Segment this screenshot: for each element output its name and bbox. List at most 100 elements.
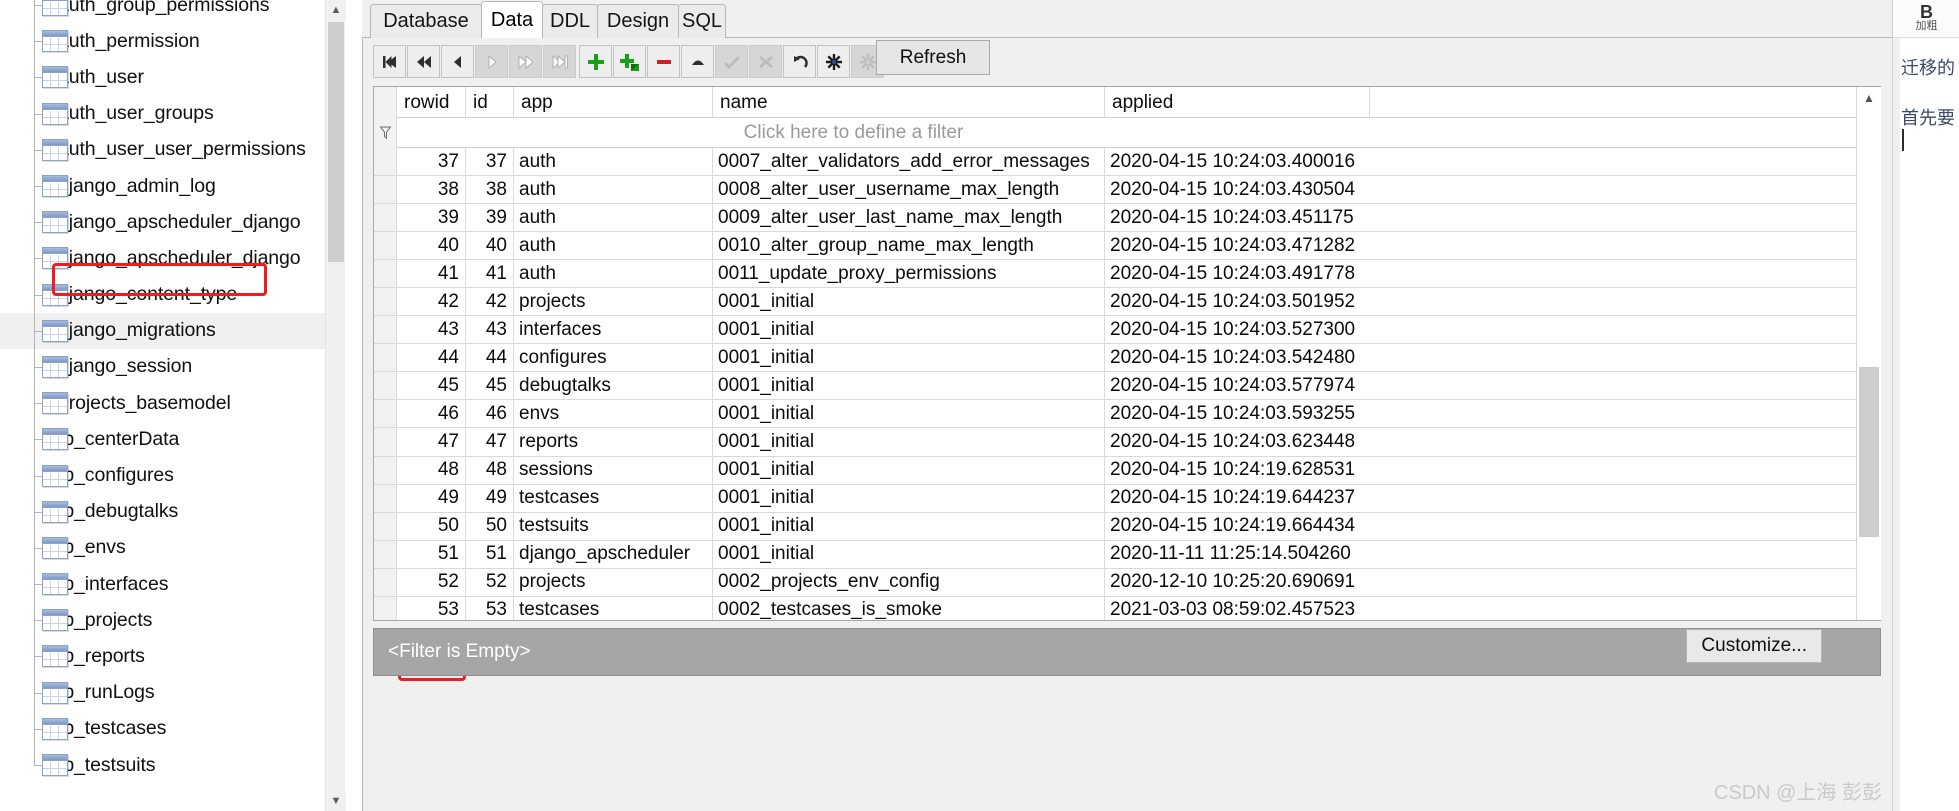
grid-column-header-rowid[interactable]: rowid — [397, 87, 466, 118]
tree-item-tb-interfaces[interactable]: tb_interfaces — [0, 566, 345, 603]
tree-scrollbar[interactable]: ▲ ▼ — [325, 0, 346, 811]
tree-item-auth-permission[interactable]: auth_permission — [0, 23, 345, 60]
table-row[interactable]: 43 43 interfaces 0001_initial 2020-04-15 10:… — [374, 316, 1880, 345]
filter-hint-label[interactable]: Click here to define a filter — [397, 122, 1310, 144]
cell-rowid[interactable]: 49 — [397, 484, 466, 512]
grid-column-header-id[interactable]: id — [466, 87, 514, 118]
cell-applied[interactable]: 2020-04-15 10:24:03.577974 — [1105, 372, 1370, 399]
tree-item-projects-basemodel[interactable]: projects_basemodel — [0, 385, 345, 422]
tree-item-auth-user-groups[interactable]: auth_user_groups — [0, 95, 345, 132]
table-row[interactable]: 39 39 auth 0009_alter_user_last_name_max_le… — [374, 204, 1880, 233]
tab-design[interactable]: Design — [597, 4, 679, 38]
cell-applied[interactable]: 2020-04-15 10:24:03.471282 — [1105, 232, 1370, 259]
cell-app[interactable]: auth — [514, 260, 713, 288]
cell-rowid[interactable]: 53 — [397, 596, 466, 620]
cell-app[interactable]: interfaces — [514, 316, 713, 344]
cell-app[interactable]: auth — [514, 232, 713, 260]
cell-id[interactable]: 37 — [466, 148, 514, 176]
table-row[interactable]: 37 37 auth 0007_alter_validators_add_error_… — [374, 148, 1880, 177]
revert-record-button[interactable] — [783, 45, 816, 78]
cell-id[interactable]: 51 — [466, 540, 514, 568]
cell-app[interactable]: projects — [514, 288, 713, 316]
table-row[interactable]: 48 48 sessions 0001_initial 2020-04-15 10:24… — [374, 456, 1880, 485]
cell-app[interactable]: sessions — [514, 456, 713, 484]
cell-rowid[interactable]: 48 — [397, 456, 466, 484]
tab-data[interactable]: Data — [481, 1, 543, 38]
tree-item-django-apscheduler-django[interactable]: django_apscheduler_django — [0, 240, 345, 277]
cell-id[interactable]: 47 — [466, 428, 514, 456]
cell-applied[interactable]: 2020-04-15 10:24:03.542480 — [1105, 344, 1370, 371]
table-row[interactable]: 41 41 auth 0011_update_proxy_permissions 202… — [374, 260, 1880, 289]
cell-rowid[interactable]: 40 — [397, 232, 466, 260]
tree-item-tb-centerData[interactable]: tb_centerData — [0, 421, 345, 458]
tree-item-tb-reports[interactable]: tb_reports — [0, 638, 345, 675]
tree-item-django-content-type[interactable]: django_content_type — [0, 276, 345, 313]
grid-column-header-app[interactable]: app — [514, 87, 713, 118]
cell-id[interactable]: 45 — [466, 372, 514, 400]
table-row[interactable]: 38 38 auth 0008_alter_user_username_max_len… — [374, 176, 1880, 205]
table-row[interactable]: 42 42 projects 0001_initial 2020-04-15 10:24… — [374, 288, 1880, 317]
cell-applied[interactable]: 2020-11-11 11:25:14.504260 — [1105, 541, 1370, 568]
refresh-button[interactable]: Refresh — [876, 40, 990, 75]
tree-item-tb-configures[interactable]: tb_configures — [0, 457, 345, 494]
cell-id[interactable]: 49 — [466, 484, 514, 512]
table-row[interactable]: 47 47 reports 0001_initial 2020-04-15 10:24:… — [374, 428, 1880, 457]
cell-applied[interactable]: 2020-04-15 10:24:03.451175 — [1105, 204, 1370, 231]
refresh-data-button[interactable] — [817, 45, 850, 78]
cell-applied[interactable]: 2020-04-15 10:24:03.527300 — [1105, 316, 1370, 343]
table-row[interactable]: 50 50 testsuits 0001_initial 2020-04-15 10:2… — [374, 512, 1880, 541]
edit-record-button[interactable] — [681, 45, 714, 78]
cell-id[interactable]: 44 — [466, 344, 514, 372]
cell-name[interactable]: 0008_alter_user_username_max_length — [713, 176, 1105, 204]
cell-app[interactable]: configures — [514, 344, 713, 372]
cell-app[interactable]: debugtalks — [514, 372, 713, 400]
cell-app[interactable]: envs — [514, 400, 713, 428]
table-row[interactable]: 44 44 configures 0001_initial 2020-04-15 10:… — [374, 344, 1880, 373]
cell-rowid[interactable]: 38 — [397, 176, 466, 204]
cell-rowid[interactable]: 45 — [397, 372, 466, 400]
cell-name[interactable]: 0001_initial — [713, 540, 1105, 568]
tree-item-auth-user-user-permissions[interactable]: auth_user_user_permissions — [0, 131, 345, 169]
cell-app[interactable]: testcases — [514, 596, 713, 620]
cell-applied[interactable]: 2020-04-15 10:24:19.644237 — [1105, 485, 1370, 512]
cell-id[interactable]: 50 — [466, 512, 514, 540]
cell-applied[interactable]: 2021-03-03 08:59:02.457523 — [1105, 597, 1370, 620]
tree-scroll-up-icon[interactable]: ▲ — [326, 0, 346, 20]
cell-rowid[interactable]: 46 — [397, 400, 466, 428]
tab-sql[interactable]: SQL — [678, 4, 726, 38]
grid-column-header-applied[interactable]: applied — [1105, 87, 1370, 118]
customize-button[interactable]: Customize... — [1686, 629, 1822, 663]
cell-applied[interactable]: 2020-04-15 10:24:03.491778 — [1105, 260, 1370, 287]
cell-applied[interactable]: 2020-12-10 10:25:20.690691 — [1105, 569, 1370, 596]
cell-name[interactable]: 0001_initial — [713, 428, 1105, 456]
cell-name[interactable]: 0009_alter_user_last_name_max_length — [713, 204, 1105, 232]
cell-app[interactable]: projects — [514, 568, 713, 596]
tree-item-django-admin-log[interactable]: django_admin_log — [0, 167, 345, 205]
cell-applied[interactable]: 2020-04-15 10:24:03.400016 — [1105, 148, 1370, 175]
cell-id[interactable]: 42 — [466, 288, 514, 316]
cell-name[interactable]: 0001_initial — [713, 372, 1105, 400]
table-row[interactable]: 52 52 projects 0002_projects_env_config 2020… — [374, 568, 1880, 597]
grid-filter-row[interactable]: Click here to define a filter — [374, 117, 1880, 148]
cell-applied[interactable]: 2020-04-15 10:24:03.623448 — [1105, 428, 1370, 455]
cell-app[interactable]: testsuits — [514, 512, 713, 540]
cell-id[interactable]: 41 — [466, 260, 514, 288]
cell-rowid[interactable]: 41 — [397, 260, 466, 288]
cell-id[interactable]: 46 — [466, 400, 514, 428]
cell-app[interactable]: auth — [514, 148, 713, 176]
prior-page-button[interactable] — [407, 45, 440, 78]
tree-item-auth-group-permissions[interactable]: auth_group_permissions — [0, 0, 345, 24]
cell-name[interactable]: 0010_alter_group_name_max_length — [713, 232, 1105, 260]
cell-name[interactable]: 0001_initial — [713, 316, 1105, 344]
cell-applied[interactable]: 2020-04-15 10:24:03.430504 — [1105, 176, 1370, 203]
grid-vertical-scrollbar[interactable]: ▲ — [1856, 87, 1881, 620]
cell-id[interactable]: 53 — [466, 596, 514, 620]
tree-item-tb-envs[interactable]: tb_envs — [0, 529, 345, 567]
prior-record-button[interactable] — [441, 45, 474, 78]
cell-name[interactable]: 0001_initial — [713, 456, 1105, 484]
table-row[interactable]: 45 45 debugtalks 0001_initial 2020-04-15 10:… — [374, 372, 1880, 401]
tree-item-tb-testcases[interactable]: tb_testcases — [0, 710, 345, 748]
cell-rowid[interactable]: 52 — [397, 568, 466, 596]
cell-id[interactable]: 48 — [466, 456, 514, 484]
cell-applied[interactable]: 2020-04-15 10:24:03.593255 — [1105, 400, 1370, 427]
